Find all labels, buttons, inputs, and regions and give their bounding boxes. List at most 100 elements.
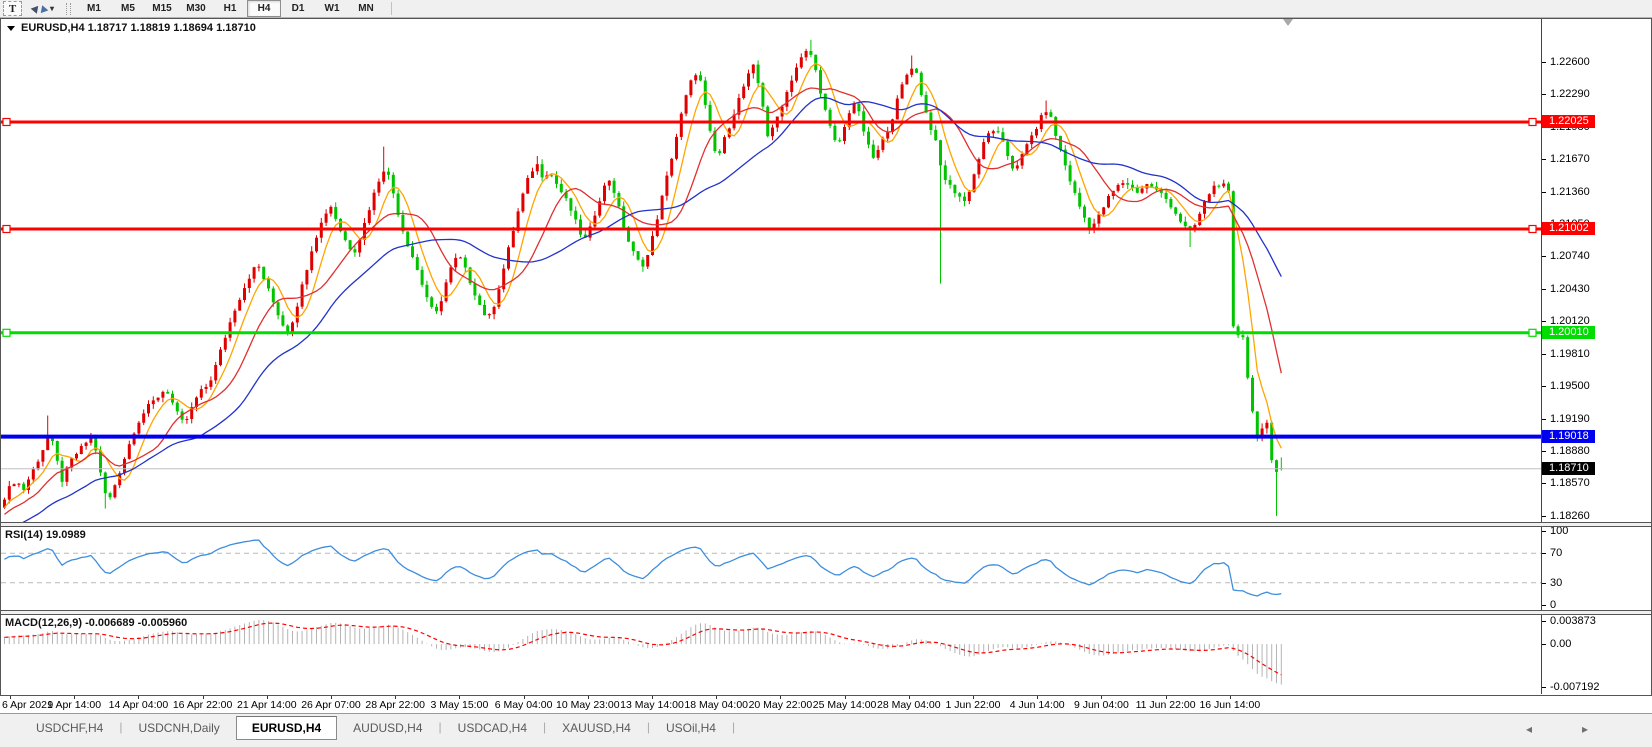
rsi-tick-tick bbox=[1542, 531, 1546, 532]
date-label: 4 Jun 14:00 bbox=[1010, 699, 1065, 711]
price-line-tag: 1.22025 bbox=[1542, 115, 1595, 128]
tab-xauusd-h4[interactable]: XAUUSD,H4 bbox=[546, 716, 647, 740]
date-label: 20 May 22:00 bbox=[749, 699, 813, 711]
toolbar-separator bbox=[391, 2, 392, 15]
horizontal-line-1.20010[interactable] bbox=[1, 329, 1541, 336]
date-label: 18 May 04:00 bbox=[684, 699, 748, 711]
price-line-tag: 1.20010 bbox=[1542, 326, 1595, 339]
price-line-tag: 1.18710 bbox=[1542, 462, 1595, 475]
rsi-tick-label: 30 bbox=[1550, 577, 1562, 589]
panel-splitter[interactable] bbox=[0, 522, 1652, 527]
tab-usdcnh-daily[interactable]: USDCNH,Daily bbox=[122, 716, 235, 740]
tab-usoil-h4[interactable]: USOil,H4 bbox=[650, 716, 732, 740]
timeframe-button-h1[interactable]: H1 bbox=[213, 0, 247, 17]
tab-eurusd-h4[interactable]: EURUSD,H4 bbox=[236, 716, 337, 740]
tab-audusd-h4[interactable]: AUDUSD,H4 bbox=[337, 716, 438, 740]
price-tick-tick bbox=[1542, 386, 1546, 387]
macd-canvas[interactable] bbox=[1, 615, 1541, 694]
date-label: 10 May 23:00 bbox=[556, 699, 620, 711]
date-label: 26 Apr 07:00 bbox=[301, 699, 361, 711]
price-line-tag: 1.19018 bbox=[1542, 430, 1595, 443]
date-label: 13 May 14:00 bbox=[620, 699, 684, 711]
date-label: 3 May 15:00 bbox=[430, 699, 488, 711]
date-label: 25 May 14:00 bbox=[813, 699, 877, 711]
date-label: 28 May 04:00 bbox=[877, 699, 941, 711]
tabs-scroll-right-icon[interactable]: ▸ bbox=[1582, 722, 1588, 736]
date-label: 9 Jun 04:00 bbox=[1074, 699, 1129, 711]
date-label: 16 Jun 14:00 bbox=[1199, 699, 1260, 711]
text-tool-button[interactable]: T bbox=[3, 1, 22, 16]
chart-shift-marker-icon[interactable] bbox=[1283, 19, 1293, 26]
price-tick-label: 1.19810 bbox=[1550, 348, 1590, 360]
price-tick-tick bbox=[1542, 192, 1546, 193]
macd-tick-label: 0.00 bbox=[1550, 638, 1571, 650]
objects-dropdown-button[interactable]: ▾ bbox=[28, 2, 58, 15]
tabs-scroll-left-icon[interactable]: ◂ bbox=[1526, 722, 1532, 736]
price-axis: 1.226001.222901.219801.216701.213601.210… bbox=[1541, 18, 1652, 694]
macd-tick-tick bbox=[1542, 644, 1546, 645]
symbol-tabs: USDCHF,H4 | USDCNH,DailyEURUSD,H4AUDUSD,H4… bbox=[20, 716, 735, 740]
panel-splitter[interactable] bbox=[0, 610, 1652, 615]
macd-indicator-panel[interactable]: MACD(12,26,9) -0.006689 -0.005960 bbox=[1, 615, 1541, 694]
tab-usdchf-h4[interactable]: USDCHF,H4 bbox=[20, 716, 119, 740]
date-label: 21 Apr 14:00 bbox=[237, 699, 297, 711]
macd-tick-tick bbox=[1542, 687, 1546, 688]
price-tick-label: 1.18570 bbox=[1550, 477, 1590, 489]
price-tick-label: 1.18260 bbox=[1550, 510, 1590, 522]
timeframe-button-d1[interactable]: D1 bbox=[281, 0, 315, 17]
toolbar-grip bbox=[66, 3, 71, 15]
macd-tick-label: 0.003873 bbox=[1550, 615, 1596, 627]
timeframe-button-m15[interactable]: M15 bbox=[145, 0, 179, 17]
date-label: 14 Apr 04:00 bbox=[109, 699, 169, 711]
price-tick-label: 1.20430 bbox=[1550, 283, 1590, 295]
rsi-tick-tick bbox=[1542, 583, 1546, 584]
price-tick-tick bbox=[1542, 256, 1546, 257]
price-chart-panel[interactable]: EURUSD,H4 1.18717 1.18819 1.18694 1.1871… bbox=[1, 18, 1541, 522]
price-tick-tick bbox=[1542, 354, 1546, 355]
date-label: 16 Apr 22:00 bbox=[173, 699, 233, 711]
date-label: 11 Jun 22:00 bbox=[1136, 699, 1196, 711]
rsi-label: RSI(14) 19.0989 bbox=[5, 529, 86, 541]
timeframe-button-m1[interactable]: M1 bbox=[77, 0, 111, 17]
price-tick-tick bbox=[1542, 483, 1546, 484]
chevron-down-icon: ▾ bbox=[50, 4, 54, 13]
timeframe-button-m30[interactable]: M30 bbox=[179, 0, 213, 17]
price-tick-tick bbox=[1542, 289, 1546, 290]
chart-menu-triangle-icon[interactable] bbox=[7, 26, 15, 31]
timeframe-button-mn[interactable]: MN bbox=[349, 0, 383, 17]
price-chart-canvas[interactable] bbox=[1, 18, 1541, 522]
price-tick-label: 1.22600 bbox=[1550, 56, 1590, 68]
rsi-indicator-panel[interactable]: RSI(14) 19.0989 bbox=[1, 527, 1541, 610]
macd-label: MACD(12,26,9) -0.006689 -0.005960 bbox=[5, 617, 187, 629]
price-tick-tick bbox=[1542, 451, 1546, 452]
symbol-tab-bar: USDCHF,H4 | USDCNH,DailyEURUSD,H4AUDUSD,H4… bbox=[0, 713, 1652, 747]
chart-title: EURUSD,H4 1.18717 1.18819 1.18694 1.1871… bbox=[7, 22, 256, 34]
rsi-tick-label: 70 bbox=[1550, 547, 1562, 559]
price-tick-tick bbox=[1542, 159, 1546, 160]
date-label: 9 Apr 14:00 bbox=[47, 699, 101, 711]
date-label: 28 Apr 22:00 bbox=[365, 699, 425, 711]
rsi-canvas[interactable] bbox=[1, 527, 1541, 610]
timeframe-button-group: M1M5M15M30H1H4D1W1MN bbox=[77, 0, 383, 17]
timeframe-button-h4[interactable]: H4 bbox=[247, 0, 281, 17]
price-tick-label: 1.22290 bbox=[1550, 88, 1590, 100]
price-tick-label: 1.19190 bbox=[1550, 413, 1590, 425]
timeframe-button-m5[interactable]: M5 bbox=[111, 0, 145, 17]
price-tick-tick bbox=[1542, 94, 1546, 95]
price-tick-tick bbox=[1542, 62, 1546, 63]
price-tick-label: 1.20740 bbox=[1550, 250, 1590, 262]
timeframe-button-w1[interactable]: W1 bbox=[315, 0, 349, 17]
tab-usdcad-h4[interactable]: USDCAD,H4 bbox=[442, 716, 543, 740]
price-tick-label: 1.19500 bbox=[1550, 380, 1590, 392]
date-label: 6 Apr 2021 bbox=[2, 699, 53, 711]
price-tick-label: 1.21670 bbox=[1550, 153, 1590, 165]
horizontal-line-1.21002[interactable] bbox=[1, 226, 1541, 233]
horizontal-line-1.22025[interactable] bbox=[1, 119, 1541, 126]
rsi-tick-tick bbox=[1542, 553, 1546, 554]
date-label: 6 May 04:00 bbox=[495, 699, 553, 711]
price-tick-tick bbox=[1542, 419, 1546, 420]
price-tick-label: 1.21360 bbox=[1550, 186, 1590, 198]
tab-separator: | bbox=[732, 716, 735, 738]
price-tick-tick bbox=[1542, 321, 1546, 322]
symbol-ohlc-text: EURUSD,H4 1.18717 1.18819 1.18694 1.1871… bbox=[21, 22, 256, 34]
